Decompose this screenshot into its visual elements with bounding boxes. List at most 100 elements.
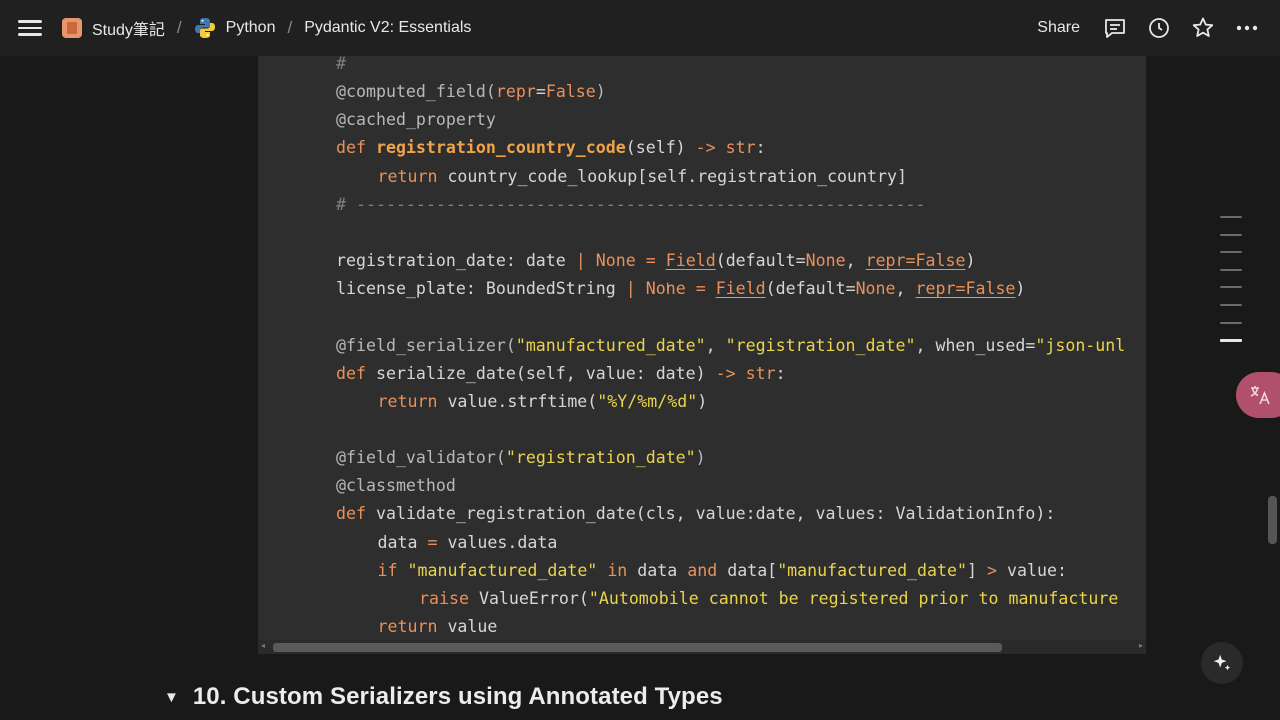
breadcrumb-label: Study筆記 [92, 22, 165, 39]
code-token: Field [715, 279, 766, 299]
code-token: validate_registration_date(cls, value:da… [375, 504, 1056, 524]
horizontal-scrollbar[interactable]: ◂ ▸ [258, 640, 1146, 654]
comment-icon[interactable] [1102, 15, 1128, 41]
code-token: registration_date: date [336, 251, 576, 271]
code-token: "registration_date" [725, 335, 916, 355]
collapse-toggle-icon[interactable]: ▼ [164, 689, 179, 706]
code-token: (default= [765, 279, 856, 299]
toc-marker[interactable] [1220, 268, 1242, 271]
code-token: def [336, 363, 376, 383]
breadcrumb-item-python[interactable]: Python [194, 17, 276, 39]
code-token: # [336, 56, 346, 73]
code-token: return [377, 391, 448, 411]
code-token: data[ [717, 560, 778, 580]
code-line: license_plate: BoundedString | None = Fi… [336, 275, 1025, 303]
more-horizontal-icon[interactable] [1234, 15, 1260, 41]
code-token: -> [695, 138, 716, 158]
code-token: | [575, 251, 586, 271]
code-token: : [775, 363, 786, 383]
code-token: "manufactured_date" [515, 335, 706, 355]
clock-icon[interactable] [1146, 15, 1172, 41]
top-actions: Share [1037, 0, 1280, 56]
code-token: @field_serializer( [336, 335, 516, 355]
code-line: @computed_field(repr=False) [336, 78, 606, 106]
breadcrumb-label: Python [225, 19, 276, 36]
breadcrumb-separator: / [176, 18, 182, 37]
table-of-contents-rail[interactable] [1220, 216, 1242, 358]
code-token: registration_country_code [375, 138, 626, 158]
code-token: # --------------------------------------… [336, 194, 926, 214]
code-line: # [336, 56, 346, 78]
code-token: raise [419, 588, 479, 608]
code-token: license_plate: BoundedString [336, 279, 626, 299]
code-token: : [755, 138, 766, 158]
code-token: > [987, 560, 997, 580]
code-line: def registration_country_code(self) -> s… [336, 134, 766, 162]
code-token: ValueError( [478, 588, 589, 608]
translate-button[interactable] [1236, 372, 1280, 418]
code-token: data [627, 560, 688, 580]
code-token: ] [967, 560, 987, 580]
code-token: str [725, 138, 756, 158]
code-token: serialize_date(self, value: date) [375, 363, 716, 383]
code-token: , [845, 251, 866, 271]
code-token: ) [595, 82, 606, 102]
code-line: @field_validator("registration_date") [336, 444, 706, 472]
code-block[interactable]: # @computed_field(repr=False) @cached_prop… [258, 56, 1146, 654]
code-line: registration_date: date | None = Field(d… [336, 247, 975, 275]
python-logo-icon [194, 18, 215, 38]
breadcrumb-item-study[interactable]: Study筆記 [62, 16, 165, 40]
code-line: return country_code_lookup[self.registra… [378, 163, 908, 191]
toc-marker-active[interactable] [1220, 339, 1242, 343]
code-token: (self) [625, 138, 696, 158]
toc-marker[interactable] [1220, 321, 1242, 324]
toc-marker[interactable] [1220, 216, 1242, 218]
toc-marker[interactable] [1220, 251, 1242, 254]
code-token: return [377, 617, 448, 636]
code-line: return value [378, 613, 498, 641]
code-token: repr=False [915, 279, 1016, 299]
code-token: value: [997, 560, 1067, 580]
code-line: # --------------------------------------… [336, 191, 925, 219]
code-line: def validate_registration_date(cls, valu… [336, 500, 1055, 528]
code-token: = [695, 279, 706, 299]
section-title: 10. Custom Serializers using Annotated T… [192, 683, 723, 710]
code-token: value [447, 617, 498, 636]
code-line: return value.strftime("%Y/%m/%d") [378, 388, 708, 416]
code-token: None [805, 251, 846, 271]
code-token: def [336, 504, 376, 524]
toc-marker[interactable] [1220, 303, 1242, 306]
code-token: @cached_property [336, 110, 496, 130]
code-token: @field_validator( [336, 448, 506, 468]
hamburger-menu-icon[interactable] [18, 16, 42, 40]
code-token: None [855, 279, 896, 299]
scroll-right-icon[interactable]: ▸ [1139, 641, 1143, 650]
code-token: "json-unl [1035, 335, 1126, 355]
code-token: "manufactured_date" [407, 560, 598, 580]
scrollbar-thumb[interactable] [273, 643, 1002, 652]
scroll-left-icon[interactable]: ◂ [261, 641, 265, 650]
code-token: ) [965, 251, 976, 271]
vertical-scrollbar-thumb[interactable] [1268, 496, 1277, 544]
code-token: str [745, 363, 776, 383]
code-token: -> [715, 363, 736, 383]
notebook-icon [62, 18, 82, 38]
toc-marker[interactable] [1220, 286, 1242, 289]
code-token: def [336, 138, 376, 158]
share-button[interactable]: Share [1037, 19, 1080, 37]
breadcrumb-label: Pydantic V2: Essentials [304, 19, 472, 36]
code-token: country_code_lookup[self.registration_co… [447, 166, 907, 186]
star-icon[interactable] [1190, 15, 1216, 41]
breadcrumb-item-page[interactable]: Pydantic V2: Essentials [304, 19, 471, 37]
code-token: value.strftime( [447, 391, 598, 411]
ai-assistant-button[interactable] [1201, 642, 1243, 684]
toc-marker[interactable] [1220, 233, 1242, 236]
code-token: = [645, 251, 656, 271]
code-token: = [535, 82, 546, 102]
